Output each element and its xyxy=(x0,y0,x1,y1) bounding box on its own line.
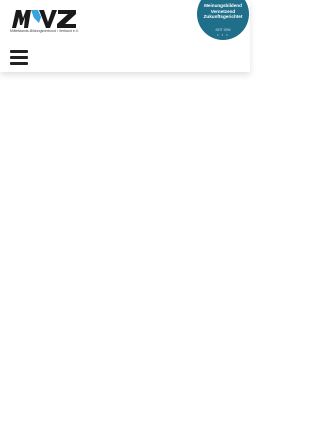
badge-dots: • • • xyxy=(217,32,229,37)
badge-line-1: Meinungsbildend xyxy=(204,3,242,8)
hamburger-menu-icon[interactable] xyxy=(10,50,28,65)
slogan-badge: Meinungsbildend Vernetzend Zukunftsgeric… xyxy=(197,0,249,40)
menu-bar-top xyxy=(10,50,28,53)
logo-subtitle: Mittelstands-Bildungsverbund / Verband e… xyxy=(10,29,79,33)
badge-lines: Meinungsbildend Vernetzend Zukunftsgeric… xyxy=(197,3,249,20)
badge-line-3: Zukunftsgerichtet xyxy=(203,14,243,19)
menu-bar-middle xyxy=(10,56,28,59)
site-header: Mittelstands-Bildungsverbund / Verband e… xyxy=(0,0,250,72)
site-logo[interactable]: Mittelstands-Bildungsverbund / Verband e… xyxy=(10,8,80,38)
mvz-logo-icon xyxy=(12,10,76,28)
page: Mittelstands-Bildungsverbund / Verband e… xyxy=(0,0,250,445)
menu-bar-bottom xyxy=(10,62,28,65)
